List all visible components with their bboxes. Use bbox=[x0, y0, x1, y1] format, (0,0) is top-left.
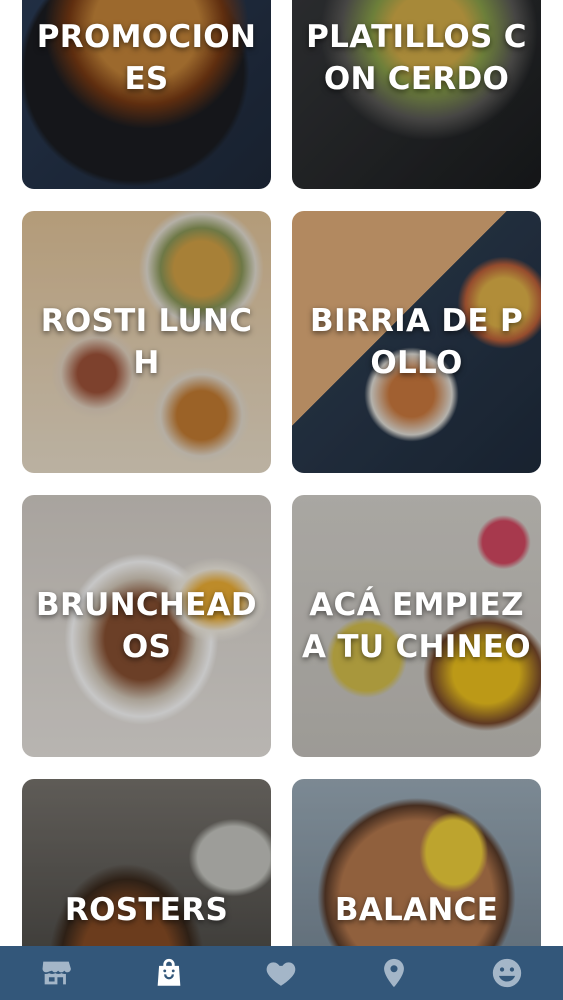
category-label: BALANCE bbox=[334, 892, 499, 928]
location-pin-icon bbox=[384, 958, 404, 988]
category-card-birria-de-pollo[interactable]: BIRRIA DE POLLO bbox=[292, 211, 541, 473]
category-card-rosters[interactable]: ROSTERS bbox=[22, 779, 271, 946]
bottom-nav-bar bbox=[0, 946, 563, 1000]
category-label: PLATILLOS CON CERDO bbox=[306, 19, 527, 97]
category-grid: PROMOCIONES PLATILLOS CON CERDO ROSTI LU… bbox=[0, 0, 563, 946]
category-label: ROSTI LUNCH bbox=[40, 303, 253, 381]
smiley-face-icon bbox=[492, 958, 521, 988]
category-label: BRUNCHEADOS bbox=[36, 587, 257, 665]
category-card-bruncheados[interactable]: BRUNCHEADOS bbox=[22, 495, 271, 757]
shopping-bag-icon bbox=[157, 958, 181, 986]
category-card-rosti-lunch[interactable]: ROSTI LUNCH bbox=[22, 211, 271, 473]
nav-item-menu[interactable] bbox=[139, 946, 199, 1000]
nav-item-favorites[interactable] bbox=[251, 946, 311, 1000]
heart-icon bbox=[267, 962, 296, 986]
category-card-balance[interactable]: BALANCE bbox=[292, 779, 541, 946]
category-label: ROSTERS bbox=[64, 892, 229, 928]
nav-item-profile[interactable] bbox=[477, 946, 537, 1000]
nav-item-store[interactable] bbox=[26, 946, 86, 1000]
category-card-promociones[interactable]: PROMOCIONES bbox=[22, 0, 271, 189]
category-card-platillos-con-cerdo[interactable]: PLATILLOS CON CERDO bbox=[292, 0, 541, 189]
category-label: PROMOCIONES bbox=[36, 19, 257, 97]
category-card-aca-empieza-tu-chineo[interactable]: ACÁ EMPIEZA TU CHINEO bbox=[292, 495, 541, 757]
store-icon bbox=[42, 961, 72, 985]
nav-item-locations[interactable] bbox=[364, 946, 424, 1000]
category-label: ACÁ EMPIEZA TU CHINEO bbox=[302, 587, 531, 665]
category-label: BIRRIA DE POLLO bbox=[310, 303, 523, 381]
